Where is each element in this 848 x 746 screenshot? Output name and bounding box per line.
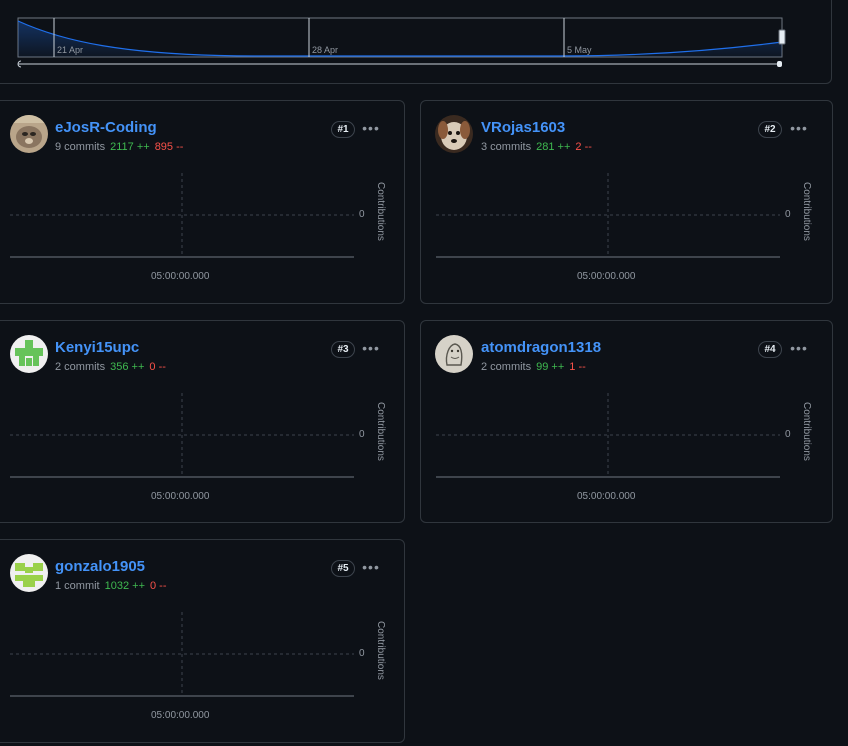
timeline-tick-label: 21 Apr bbox=[57, 45, 83, 55]
y-tick-label: 0 bbox=[359, 209, 365, 220]
y-tick-label: 0 bbox=[785, 429, 791, 440]
x-tick-label: 05:00:00.000 bbox=[151, 710, 210, 721]
contributor-card: gonzalo1905 1 commit 1032 ++ 0 -- #5 ••• 0 Cont… bbox=[0, 539, 405, 743]
timeline-area bbox=[18, 21, 782, 57]
contributor-card: Kenyi15upc 2 commits 356 ++ 0 -- #3 ••• 0 Contr… bbox=[0, 320, 405, 523]
y-tick-label: 0 bbox=[359, 648, 365, 659]
y-tick-label: 0 bbox=[785, 209, 791, 220]
y-axis-label: Contributions bbox=[375, 402, 386, 461]
timeline-chart: 21 Apr 28 Apr 5 May bbox=[17, 17, 786, 68]
contributor-card: VRojas1603 3 commits 281 ++ 2 -- #2 ••• 0 Contr… bbox=[420, 100, 833, 304]
contributor-card: atomdragon1318 2 commits 99 ++ 1 -- #4 ••• 0 Co… bbox=[420, 320, 833, 523]
x-tick-label: 05:00:00.000 bbox=[577, 271, 636, 282]
y-axis-label: Contributions bbox=[801, 182, 812, 241]
contributor-card: eJosR-Coding 9 commits 2117 ++ 895 -- #1 ••• 0… bbox=[0, 100, 405, 304]
timeline-tick-label: 28 Apr bbox=[312, 45, 338, 55]
y-tick-label: 0 bbox=[359, 429, 365, 440]
timeline-brush-right-handle[interactable] bbox=[777, 61, 782, 67]
timeline-range-handle[interactable] bbox=[778, 29, 786, 45]
timeline-tick-label: 5 May bbox=[567, 45, 592, 55]
y-axis-label: Contributions bbox=[375, 621, 386, 680]
y-axis-label: Contributions bbox=[801, 402, 812, 461]
x-tick-label: 05:00:00.000 bbox=[151, 491, 210, 502]
x-tick-label: 05:00:00.000 bbox=[577, 491, 636, 502]
y-axis-label: Contributions bbox=[375, 182, 386, 241]
x-tick-label: 05:00:00.000 bbox=[151, 271, 210, 282]
